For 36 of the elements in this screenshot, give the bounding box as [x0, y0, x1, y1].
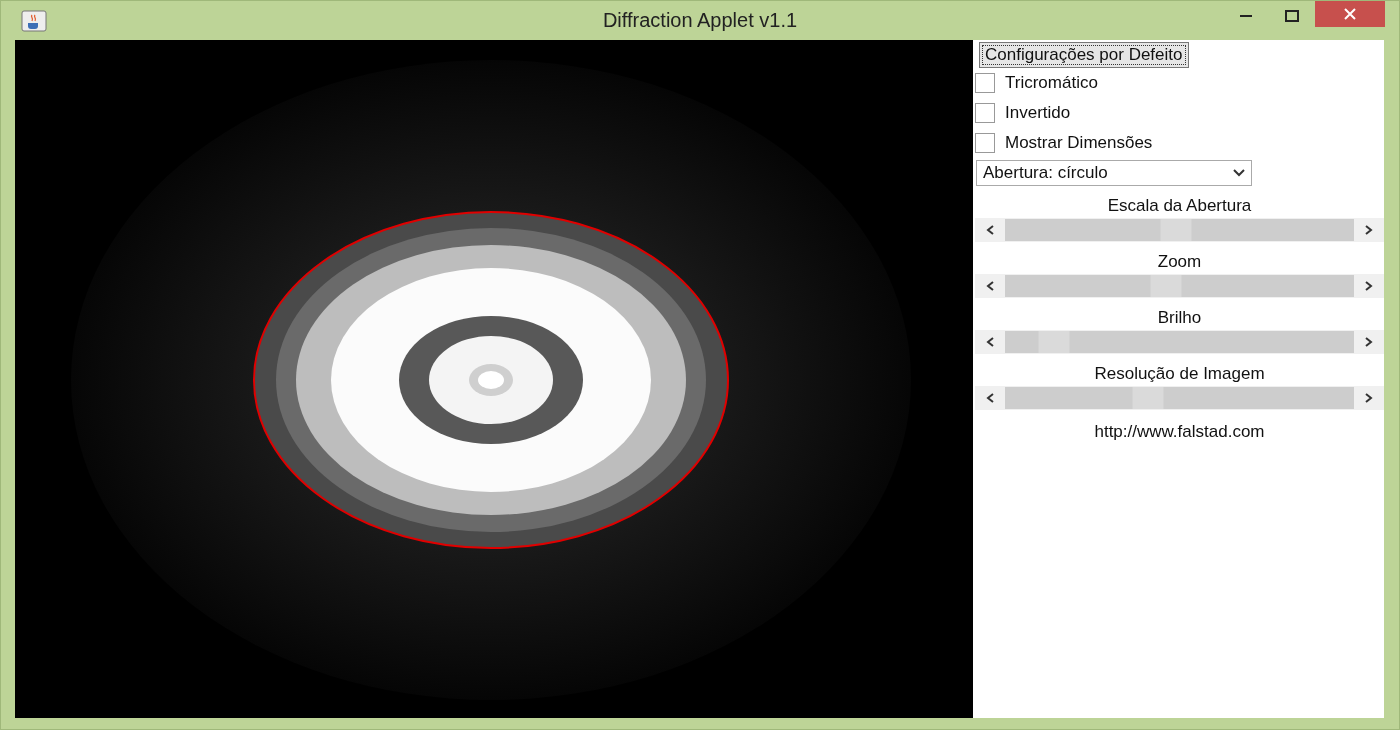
slider-label: Resolução de Imagem [1093, 364, 1266, 385]
chevron-right-icon [1365, 225, 1373, 235]
chevron-down-icon [1233, 169, 1245, 177]
scroll-thumb[interactable] [1160, 219, 1192, 241]
aperture-dropdown[interactable]: Abertura: círculo [976, 160, 1252, 186]
checkbox-label: Mostrar Dimensões [1005, 133, 1153, 153]
checkbox-label: Tricromático [1005, 73, 1098, 93]
checkbox[interactable] [975, 73, 995, 93]
chevron-right-icon [1365, 393, 1373, 403]
chevron-left-icon [986, 393, 994, 403]
chevron-left-icon [986, 337, 994, 347]
maximize-icon [1285, 10, 1299, 22]
chevron-right-icon [1365, 281, 1373, 291]
minimize-icon [1240, 15, 1252, 17]
window-title: Diffraction Applet v1.1 [602, 9, 798, 32]
close-icon [1344, 8, 1356, 20]
chevron-left-icon [986, 225, 994, 235]
chevron-left-icon [986, 281, 994, 291]
scrollbar[interactable] [975, 386, 1384, 410]
slider-label: Escala da Abertura [1106, 196, 1253, 217]
checkbox-label: Invertido [1005, 103, 1071, 123]
scrollbar[interactable] [975, 274, 1384, 298]
chevron-right-icon [1365, 337, 1373, 347]
website-link[interactable]: http://www.falstad.com [975, 422, 1384, 442]
scroll-thumb[interactable] [1132, 387, 1164, 409]
checkbox[interactable] [975, 103, 995, 123]
scroll-thumb[interactable] [1150, 275, 1182, 297]
checkbox[interactable] [975, 133, 995, 153]
scrollbar[interactable] [975, 330, 1384, 354]
java-cup-icon [21, 9, 47, 32]
scroll-thumb[interactable] [1038, 331, 1070, 353]
slider-label: Zoom [1156, 252, 1203, 273]
scrollbar[interactable] [975, 218, 1384, 242]
close-button[interactable] [1315, 1, 1385, 27]
slider-label: Brilho [1156, 308, 1203, 329]
default-settings-button[interactable]: Configurações por Defeito [979, 42, 1189, 68]
